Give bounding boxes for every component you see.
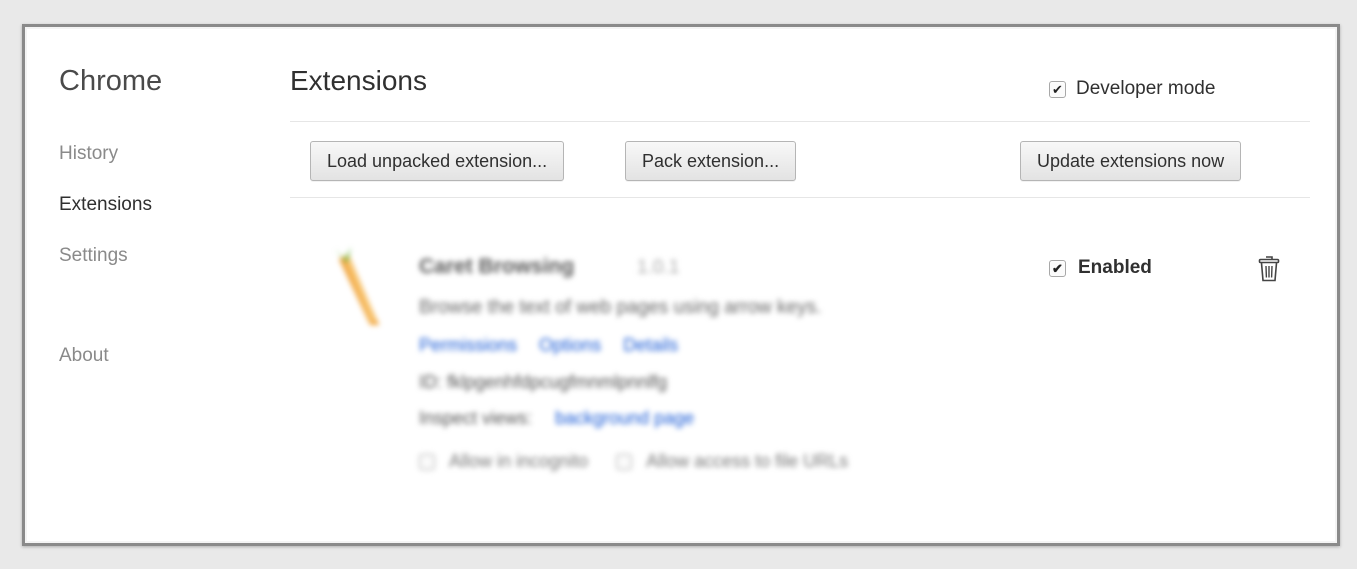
header-divider: [290, 121, 1310, 122]
trash-icon[interactable]: [1258, 255, 1280, 283]
pack-extension-button[interactable]: Pack extension...: [625, 141, 797, 181]
developer-mode-toggle[interactable]: ✔ Developer mode: [1049, 78, 1215, 100]
toolbar-divider: [290, 197, 1310, 198]
background-page-link[interactable]: background page: [555, 408, 694, 428]
allow-incognito-label: Allow in incognito: [449, 451, 589, 471]
extension-enabled-toggle[interactable]: ✔ Enabled: [1049, 257, 1152, 279]
extension-description: Browse the text of web pages using arrow…: [419, 297, 822, 318]
developer-mode-label: Developer mode: [1076, 78, 1216, 99]
allow-file-urls-label: Allow access to file URLs: [646, 451, 849, 471]
allow-incognito-option[interactable]: Allow in incognito: [419, 451, 588, 472]
enabled-checkbox[interactable]: ✔: [1049, 259, 1066, 277]
inspect-views-label: Inspect views:: [419, 408, 533, 428]
sidebar-item-extensions[interactable]: Extensions: [59, 194, 152, 216]
extension-links: Permissions Options Details: [419, 335, 678, 356]
load-unpacked-button[interactable]: Load unpacked extension...: [310, 141, 565, 181]
settings-window: Chrome History Extensions Settings About…: [22, 24, 1340, 546]
details-link[interactable]: Details: [623, 335, 678, 356]
extension-item: Caret Browsing 1.0.1 Browse the text of …: [307, 227, 1307, 507]
sidebar-title: Chrome: [59, 65, 163, 97]
allow-file-urls-option[interactable]: Allow access to file URLs: [616, 451, 848, 472]
sidebar-item-history[interactable]: History: [59, 143, 118, 165]
extension-name: Caret Browsing: [419, 255, 575, 278]
allow-incognito-checkbox[interactable]: [419, 453, 435, 470]
sidebar-item-about[interactable]: About: [59, 345, 109, 367]
inspect-views: Inspect views: background page: [419, 408, 694, 429]
extension-id: ID: fklpgenhfdpcugfmnmlpnnlfg: [419, 372, 668, 392]
page-title: Extensions: [290, 65, 427, 96]
enabled-label: Enabled: [1078, 257, 1152, 278]
sidebar-item-settings[interactable]: Settings: [59, 245, 128, 267]
permissions-link[interactable]: Permissions: [419, 335, 517, 356]
options-link[interactable]: Options: [539, 335, 601, 356]
developer-mode-checkbox[interactable]: ✔: [1049, 80, 1066, 98]
allow-file-urls-checkbox[interactable]: [616, 453, 633, 470]
update-extensions-button[interactable]: Update extensions now: [1020, 141, 1242, 181]
extension-version: 1.0.1: [637, 257, 680, 278]
extension-options: Allow in incognito Allow access to file …: [419, 451, 848, 472]
carrot-icon: [335, 247, 380, 325]
